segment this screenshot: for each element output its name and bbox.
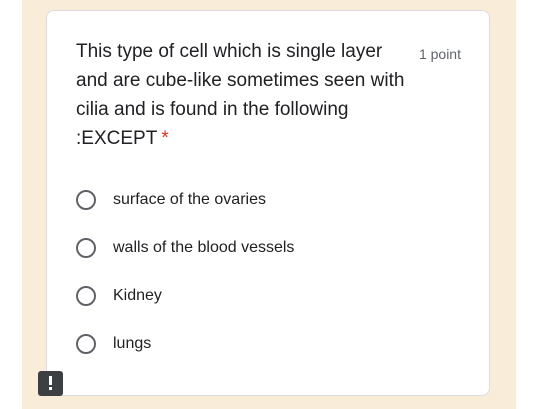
report-problem-icon[interactable] (38, 371, 63, 396)
radio-button[interactable] (76, 286, 96, 306)
radio-button[interactable] (76, 238, 96, 258)
option-label: Kidney (113, 287, 162, 304)
question-title: This type of cell which is single layer … (76, 37, 408, 153)
question-card: This type of cell which is single layer … (46, 10, 490, 396)
question-text: This type of cell which is single layer … (76, 41, 405, 149)
option-label: surface of the ovaries (113, 191, 266, 208)
option-label: lungs (113, 335, 152, 352)
option-label: walls of the blood vessels (113, 239, 295, 256)
option-lungs[interactable]: lungs (76, 331, 151, 357)
option-surface-of-ovaries[interactable]: surface of the ovaries (76, 187, 266, 213)
option-walls-of-blood-vessels[interactable]: walls of the blood vessels (76, 235, 294, 261)
radio-button[interactable] (76, 190, 96, 210)
points-label: 1 point (418, 46, 461, 62)
option-kidney[interactable]: Kidney (76, 283, 162, 309)
required-asterisk: * (161, 128, 169, 149)
radio-button[interactable] (76, 334, 96, 354)
